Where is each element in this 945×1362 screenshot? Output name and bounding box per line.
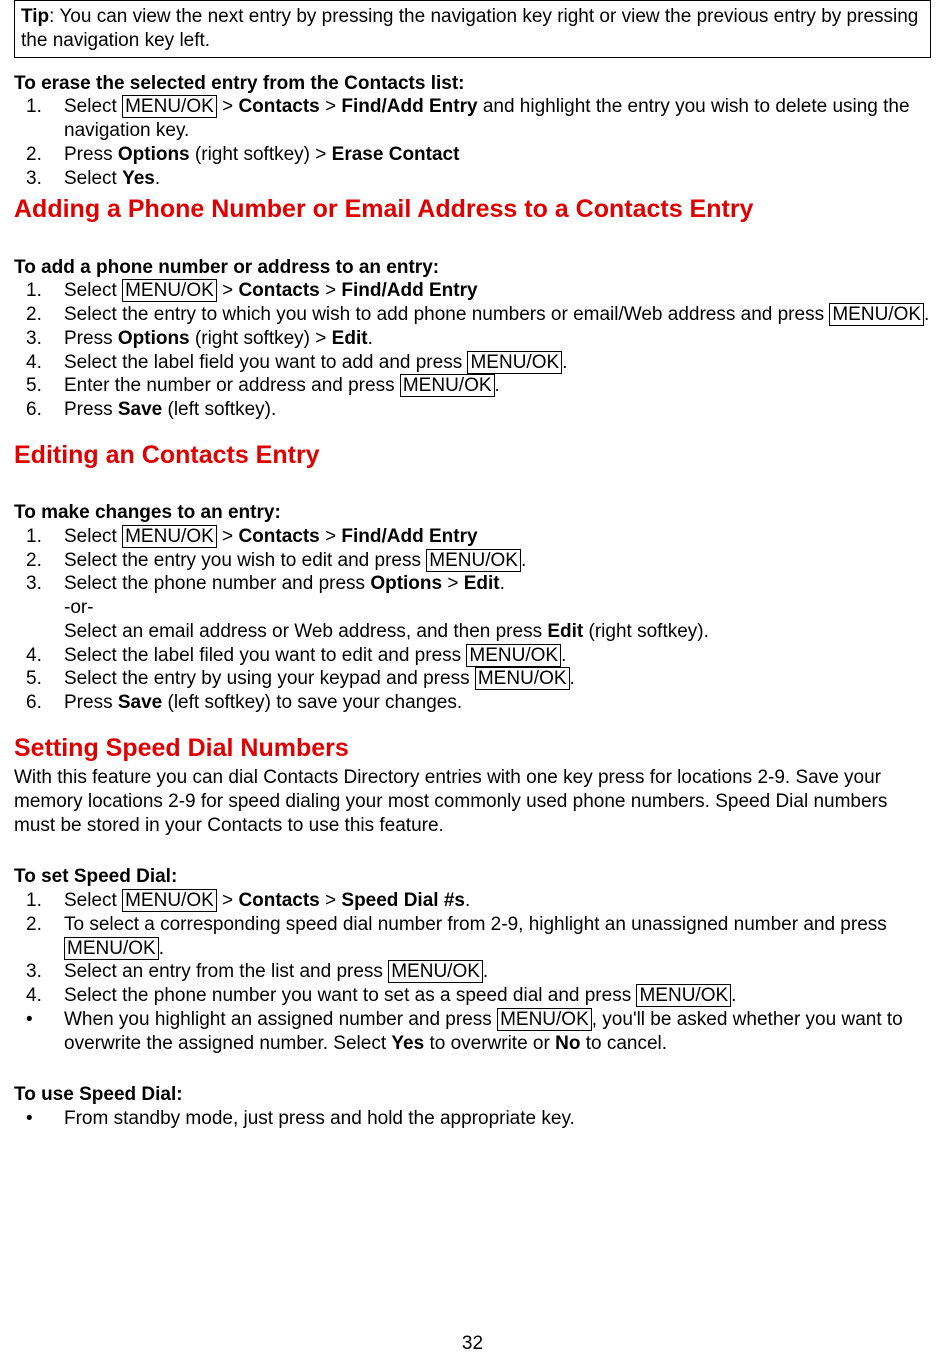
tip-text: : You can view the next entry by pressin… bbox=[21, 6, 918, 51]
menu-ok-key: MENU/OK bbox=[122, 95, 217, 118]
add-step-3: 3.Press Options (right softkey) > Edit. bbox=[14, 327, 931, 351]
edit-step-2: 2.Select the entry you wish to edit and … bbox=[14, 549, 931, 573]
setspeed-step-1: 1.Select MENU/OK > Contacts > Speed Dial… bbox=[14, 889, 931, 913]
num-1: 1. bbox=[26, 95, 64, 119]
bullet-icon: • bbox=[26, 1008, 64, 1032]
menu-ok-key: MENU/OK bbox=[829, 303, 924, 326]
bullet-icon: • bbox=[26, 1107, 64, 1131]
erase-step-2: 2.Press Options (right softkey) > Erase … bbox=[14, 143, 931, 167]
num-2: 2. bbox=[26, 143, 64, 167]
menu-ok-key: MENU/OK bbox=[64, 937, 159, 960]
heading-speed-dial: Setting Speed Dial Numbers bbox=[14, 733, 931, 764]
manual-page: Tip: You can view the next entry by pres… bbox=[0, 0, 945, 1362]
menu-ok-key: MENU/OK bbox=[400, 374, 495, 397]
tip-label: Tip bbox=[21, 6, 49, 27]
heading-editing: Editing an Contacts Entry bbox=[14, 440, 931, 471]
edit-step-1: 1.Select MENU/OK > Contacts > Find/Add E… bbox=[14, 525, 931, 549]
menu-ok-key: MENU/OK bbox=[122, 525, 217, 548]
num-3: 3. bbox=[26, 167, 64, 191]
add-step-5: 5.Enter the number or address and press … bbox=[14, 374, 931, 398]
menu-ok-key: MENU/OK bbox=[467, 351, 562, 374]
menu-ok-key: MENU/OK bbox=[388, 960, 483, 983]
add-step-6: 6.Press Save (left softkey). bbox=[14, 398, 931, 422]
menu-ok-key: MENU/OK bbox=[122, 889, 217, 912]
setspeed-bullet: •When you highlight an assigned number a… bbox=[14, 1008, 931, 1056]
setspeed-step-2: 2.To select a corresponding speed dial n… bbox=[14, 913, 931, 961]
setspeed-step-4: 4.Select the phone number you want to se… bbox=[14, 984, 931, 1008]
menu-ok-key: MENU/OK bbox=[636, 984, 731, 1007]
menu-ok-key: MENU/OK bbox=[122, 279, 217, 302]
edit-step-3: 3.Select the phone number and press Opti… bbox=[14, 572, 931, 596]
menu-ok-key: MENU/OK bbox=[497, 1008, 592, 1031]
edit-step-3-alt: Select an email address or Web address, … bbox=[14, 620, 931, 644]
heading-adding: Adding a Phone Number or Email Address t… bbox=[14, 194, 931, 225]
add-title: To add a phone number or address to an e… bbox=[14, 256, 931, 280]
add-step-4: 4.Select the label field you want to add… bbox=[14, 351, 931, 375]
setspeed-step-3: 3.Select an entry from the list and pres… bbox=[14, 960, 931, 984]
page-number: 32 bbox=[0, 1332, 945, 1356]
erase-step-1: 1.Select MENU/OK > Contacts > Find/Add E… bbox=[14, 95, 931, 143]
speed-intro: With this feature you can dial Contacts … bbox=[14, 766, 931, 837]
edit-title: To make changes to an entry: bbox=[14, 501, 931, 525]
erase-title: To erase the selected entry from the Con… bbox=[14, 72, 931, 96]
menu-ok-key: MENU/OK bbox=[426, 549, 521, 572]
edit-step-3-or: -or- bbox=[14, 596, 931, 620]
menu-ok-key: MENU/OK bbox=[466, 644, 561, 667]
set-speed-title: To set Speed Dial: bbox=[14, 865, 931, 889]
edit-step-4: 4.Select the label filed you want to edi… bbox=[14, 644, 931, 668]
erase-step-3: 3.Select Yes. bbox=[14, 167, 931, 191]
tip-box: Tip: You can view the next entry by pres… bbox=[14, 0, 931, 58]
edit-step-5: 5.Select the entry by using your keypad … bbox=[14, 667, 931, 691]
menu-ok-key: MENU/OK bbox=[475, 667, 570, 690]
add-step-2: 2.Select the entry to which you wish to … bbox=[14, 303, 931, 327]
add-step-1: 1.Select MENU/OK > Contacts > Find/Add E… bbox=[14, 279, 931, 303]
usespeed-bullet: •From standby mode, just press and hold … bbox=[14, 1107, 931, 1131]
edit-step-6: 6.Press Save (left softkey) to save your… bbox=[14, 691, 931, 715]
use-speed-title: To use Speed Dial: bbox=[14, 1083, 931, 1107]
